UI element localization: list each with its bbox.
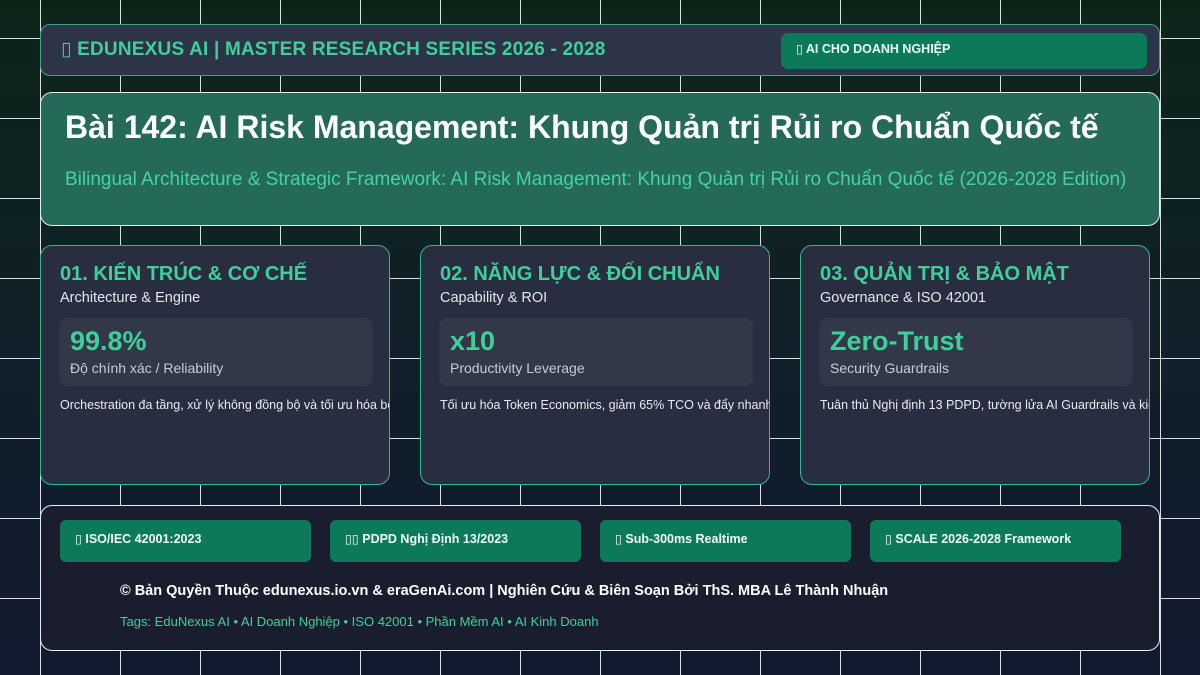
page-title: Bài 142: AI Risk Management: Khung Quản … <box>65 109 1099 145</box>
badge-iso[interactable]: ▯ ISO/IEC 42001:2023 <box>60 520 311 562</box>
card-title: 03. QUẢN TRỊ & BẢO MẬT <box>820 263 1069 285</box>
badge-realtime[interactable]: ▯ Sub-300ms Realtime <box>600 520 851 562</box>
card-title: 01. KIẾN TRÚC & CƠ CHẾ <box>60 263 308 285</box>
badge-pdpd[interactable]: ▯▯ PDPD Nghị Định 13/2023 <box>330 520 581 562</box>
card-subtitle: Governance & ISO 42001 <box>820 290 987 306</box>
top-bar: ▯ EDUNEXUS AI | MASTER RESEARCH SERIES 2… <box>40 24 1160 76</box>
card-capability: 02. NĂNG LỰC & ĐỐI CHUẨN Capability & RO… <box>420 245 770 485</box>
metric-label: Security Guardrails <box>830 360 950 376</box>
card-governance: 03. QUẢN TRỊ & BẢO MẬT Governance & ISO … <box>800 245 1150 485</box>
metric-label: Độ chính xác / Reliability <box>70 360 224 376</box>
tags-line: Tags: EduNexus AI • AI Doanh Nghiệp • IS… <box>120 614 599 629</box>
badge-scale[interactable]: ▯ SCALE 2026-2028 Framework <box>870 520 1121 562</box>
hero-panel: Bài 142: AI Risk Management: Khung Quản … <box>40 92 1160 226</box>
metric-box: Zero-Trust Security Guardrails <box>819 318 1133 386</box>
card-subtitle: Architecture & Engine <box>60 290 201 306</box>
brand-title[interactable]: ▯ EDUNEXUS AI | MASTER RESEARCH SERIES 2… <box>61 38 606 61</box>
card-description: Tối ưu hóa Token Economics, giảm 65% TCO… <box>440 398 770 412</box>
metric-value: 99.8% <box>70 326 147 356</box>
metric-value: Zero-Trust <box>830 326 964 356</box>
card-architecture: 01. KIẾN TRÚC & CƠ CHẾ Architecture & En… <box>40 245 390 485</box>
card-title: 02. NĂNG LỰC & ĐỐI CHUẨN <box>440 263 720 285</box>
page-subtitle: Bilingual Architecture & Strategic Frame… <box>65 169 1127 190</box>
metric-value: x10 <box>450 326 496 356</box>
card-subtitle: Capability & ROI <box>440 290 548 306</box>
metric-box: x10 Productivity Leverage <box>439 318 753 386</box>
ai-enterprise-button[interactable]: ▯ AI CHO DOANH NGHIỆP <box>781 33 1147 69</box>
card-description: Orchestration đa tầng, xử lý không đồng … <box>60 398 390 412</box>
footer-panel: ▯ ISO/IEC 42001:2023 ▯▯ PDPD Nghị Định 1… <box>40 505 1160 651</box>
copyright-text: © Bản Quyền Thuộc edunexus.io.vn & eraGe… <box>120 583 889 599</box>
card-description: Tuân thủ Nghị định 13 PDPD, tường lửa AI… <box>820 398 1149 412</box>
metric-label: Productivity Leverage <box>450 360 585 376</box>
metric-box: 99.8% Độ chính xác / Reliability <box>59 318 373 386</box>
